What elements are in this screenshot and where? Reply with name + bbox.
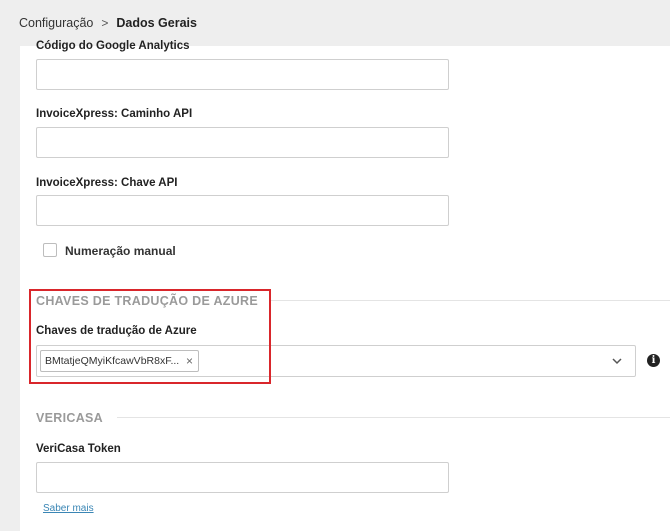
invoicexpress-key-input[interactable] bbox=[36, 195, 449, 226]
google-analytics-input[interactable] bbox=[36, 59, 449, 90]
invoicexpress-path-input[interactable] bbox=[36, 127, 449, 158]
azure-section-divider bbox=[271, 300, 670, 301]
learn-more-link[interactable]: Saber mais bbox=[43, 503, 94, 514]
breadcrumb-separator-icon: > bbox=[101, 16, 109, 30]
left-sidebar-strip bbox=[0, 0, 20, 531]
breadcrumb-current: Dados Gerais bbox=[116, 16, 197, 30]
chevron-down-icon[interactable] bbox=[611, 355, 623, 367]
vericasa-section-divider bbox=[117, 417, 670, 418]
google-analytics-label: Código do Google Analytics bbox=[36, 40, 190, 52]
manual-numbering-checkbox[interactable] bbox=[43, 243, 57, 257]
vericasa-section-title: VERICASA bbox=[36, 411, 103, 425]
vericasa-token-input[interactable] bbox=[36, 462, 449, 493]
vericasa-token-label: VeriCasa Token bbox=[36, 443, 121, 455]
invoicexpress-path-label: InvoiceXpress: Caminho API bbox=[36, 108, 193, 120]
info-icon[interactable]: i bbox=[647, 354, 660, 367]
highlight-annotation-box bbox=[29, 289, 271, 384]
breadcrumb-parent[interactable]: Configuração bbox=[19, 16, 93, 30]
invoicexpress-key-label: InvoiceXpress: Chave API bbox=[36, 177, 178, 189]
manual-numbering-label: Numeração manual bbox=[65, 244, 176, 258]
